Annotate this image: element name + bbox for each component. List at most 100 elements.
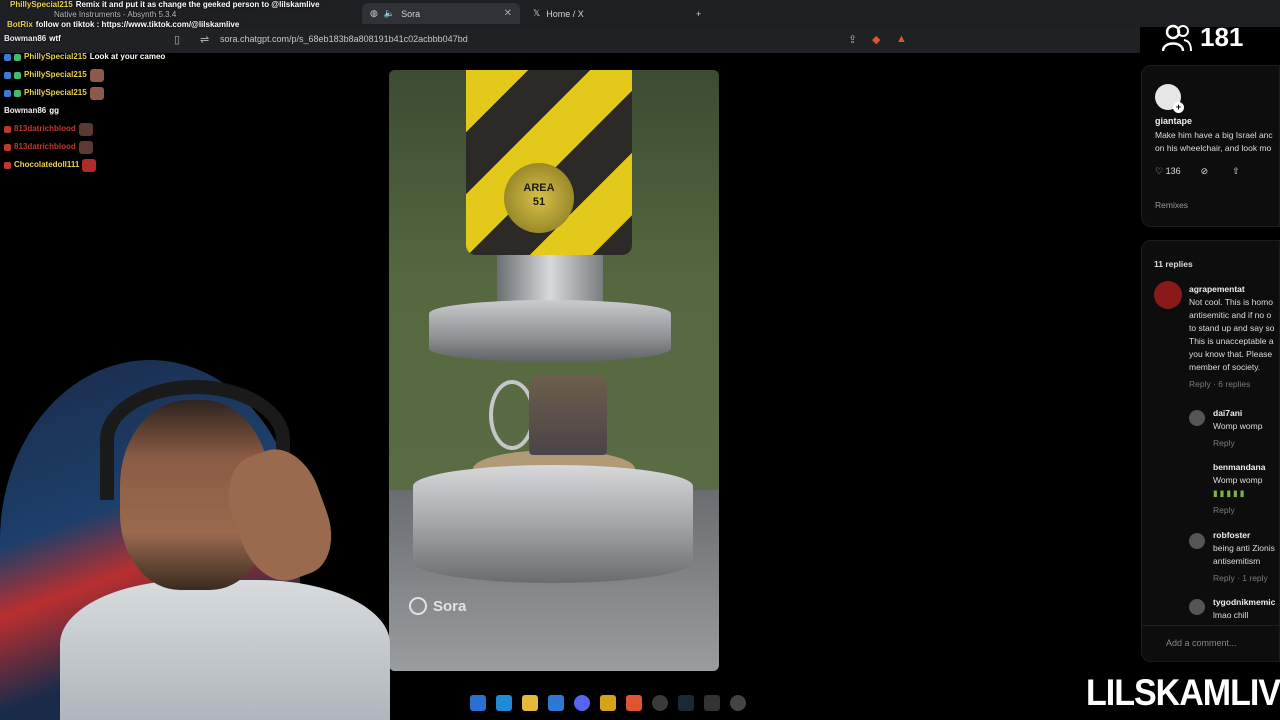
windows-taskbar [470,692,800,714]
share-icon[interactable]: ⇪ [848,33,857,46]
tab-label: Sora [401,8,421,19]
like-button[interactable]: ♡ 136 [1155,166,1181,177]
badge-icon [4,143,11,151]
comment-line: member of society. [1189,362,1261,372]
tab-label: Home / X [546,8,584,19]
chat-username: 813datrichblood [14,124,76,133]
reply: tygodnikmemic lmao chill [1213,596,1275,622]
x-logo-icon: 𝕏 [533,8,541,18]
reply-link[interactable]: Reply [1213,437,1262,450]
comments-panel: 11 replies agrapementat Not cool. This i… [1141,240,1280,662]
edge-icon[interactable] [470,695,486,711]
chat-username: Chocolatedoll111 [14,160,80,169]
obs-icon[interactable] [652,695,668,711]
app-icon[interactable] [704,695,720,711]
new-tab-button[interactable]: + [688,3,708,24]
reply: benmandana Womp womp ▮▮▮▮▮ Reply [1213,461,1265,517]
post-caption: Make him have a big Israel anc on his wh… [1155,129,1280,155]
badge-icon [4,125,11,133]
add-comment-input[interactable]: Add a comment... [1142,625,1279,661]
rewards-icon[interactable]: ▲ [896,33,907,45]
url-field[interactable]: sora.chatgpt.com/p/s_68eb183b8a808191b41… [220,34,468,44]
emote-row-icon: ▮▮▮▮▮ [1213,488,1247,498]
chat-username: 813datrichblood [14,142,76,151]
comment-author[interactable]: agrapementat [1189,283,1275,296]
caption-line: Make him have a big Israel anc [1155,130,1273,140]
like-count: 136 [1165,166,1181,176]
steam-icon[interactable] [678,695,694,711]
chat-message: BotRix follow on tiktok : https://www.ti… [4,20,239,30]
chat-username: Bowman86 [4,34,47,43]
globe-icon: ◍ [370,8,378,18]
avatar[interactable] [1154,281,1182,309]
comment-line: to stand up and say so [1189,323,1275,333]
comment-line: you know that. Please [1189,349,1273,359]
badge-icon [14,89,21,97]
replies-count: 11 replies [1154,259,1193,269]
reply-author[interactable]: tygodnikmemic [1213,596,1275,609]
emote-icon [82,158,97,172]
chat-text: wtf [49,34,61,43]
post-author[interactable]: giantape [1155,116,1192,126]
emote-icon [89,86,104,100]
emote-icon [89,68,104,82]
reply: robfoster being anti Zionis antisemitism… [1213,529,1275,585]
chat-text: Native Instruments - Absynth 5.3.4 [54,10,177,19]
chat-text: Look at your cameo [89,52,166,61]
comment-line: Not cool. This is homo [1189,297,1273,307]
badge-icon [4,161,11,169]
chat-username: Bowman86 [4,106,47,115]
reply-author[interactable]: robfoster [1213,529,1275,542]
figure-body [529,375,607,455]
tab-sora[interactable]: ◍ 🔈 Sora ✕ [362,3,520,24]
brave-icon[interactable] [626,695,642,711]
app-icon[interactable] [600,695,616,711]
post-actions: ♡ 136 ⊘ ⇧ [1155,166,1240,177]
reply-author[interactable]: dai7ani [1213,407,1262,420]
tab-home-x[interactable]: 𝕏 Home / X [525,3,685,24]
heart-icon: ♡ [1155,166,1164,176]
reply-line: being anti Zionis [1213,543,1275,553]
speaker-icon: 🔈 [383,8,396,18]
close-tab-icon[interactable]: ✕ [504,8,512,19]
reply: dai7ani Womp womp Reply [1213,407,1262,450]
store-icon[interactable] [548,695,564,711]
post-info-panel: + giantape Make him have a big Israel an… [1141,65,1280,227]
streamer-shirt [60,580,390,720]
reply-line: Womp womp [1213,475,1263,485]
follow-plus-icon[interactable]: + [1173,102,1184,113]
chat-message: PhillySpecial215 Remix it and put it as … [4,0,320,10]
share-icon[interactable]: ⇧ [1232,166,1240,177]
viewer-count: 181 [1162,22,1243,53]
reply-link[interactable]: Reply · 1 reply [1213,572,1275,585]
folder-icon[interactable] [522,695,538,711]
chat-username: PhillySpecial215 [24,88,87,97]
chat-message: Native Instruments - Absynth 5.3.4 [4,10,214,20]
remix-icon[interactable]: ⊘ [1201,166,1209,177]
viewer-count-value: 181 [1200,22,1244,52]
comment-line: antisemitic and if no o [1189,310,1272,320]
badge-icon [14,53,21,61]
chat-username: PhillySpecial215 [24,52,87,61]
capture-icon[interactable] [730,695,746,711]
comment-reply-link[interactable]: Reply · 6 replies [1189,378,1275,391]
avatar[interactable]: + [1155,84,1184,113]
avatar[interactable] [1189,410,1205,426]
discord-icon[interactable] [574,695,590,711]
emote-icon [78,122,93,136]
reply-author[interactable]: benmandana [1213,461,1265,474]
avatar[interactable] [1189,533,1205,549]
reply-link[interactable]: Reply [1213,504,1265,517]
copilot-icon[interactable] [496,695,512,711]
reply-line: Womp womp [1213,421,1263,431]
remixes-label[interactable]: Remixes [1155,200,1188,210]
avatar[interactable] [1189,599,1205,615]
chat-message: Chocolatedoll111 [4,156,214,174]
chat-message: 813datrichblood [4,120,214,138]
badge-icon [4,53,11,61]
wheelchair-figure [489,365,615,465]
chat-username: BotRix [7,20,33,29]
area-label-line2: 51 [532,196,546,208]
chat-text: Remix it and put it as change the geeked… [75,0,320,9]
brave-shield-icon[interactable]: ◆ [872,33,880,46]
